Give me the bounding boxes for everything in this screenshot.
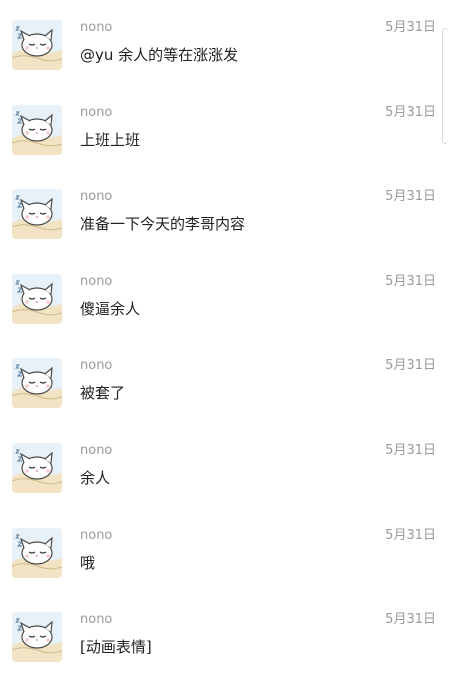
comment-item[interactable]: nono 5月31日 准备一下今天的李哥内容 <box>0 183 450 267</box>
comment-item[interactable]: nono 5月31日 余人 <box>0 437 450 521</box>
comment-item[interactable]: nono 5月31日 上班上班 <box>0 99 450 183</box>
sleeping-cat-avatar-icon <box>12 20 62 70</box>
comment-text: [动画表情] <box>80 638 152 657</box>
sleeping-cat-avatar-icon <box>12 358 62 409</box>
comment-text: 傻逼余人 <box>80 299 141 318</box>
comment-text: 被套了 <box>80 384 126 403</box>
sleeping-cat-avatar-icon <box>12 612 62 663</box>
comment-time: 5月31日 <box>385 189 436 205</box>
comment-author[interactable]: nono <box>80 20 112 36</box>
avatar[interactable] <box>12 104 62 155</box>
avatar[interactable] <box>12 273 62 324</box>
avatar[interactable] <box>12 358 62 409</box>
avatar[interactable] <box>12 612 62 663</box>
comment-author[interactable]: nono <box>80 189 112 205</box>
sleeping-cat-avatar-icon <box>12 273 62 324</box>
comment-text: 哦 <box>80 553 96 572</box>
comment-time: 5月31日 <box>385 20 436 35</box>
comment-author[interactable]: nono <box>80 612 112 628</box>
comment-time: 5月31日 <box>385 527 436 543</box>
comment-feed: nono 5月31日 @yu 余人的等在涨涨发 nono 5月31日 上班上班 … <box>0 0 450 680</box>
comment-text: 准备一下今天的李哥内容 <box>80 215 246 234</box>
comment-text: @yu 余人的等在涨涨发 <box>80 46 239 64</box>
comment-item[interactable]: nono 5月31日 [动画表情] <box>0 606 450 690</box>
comment-author[interactable]: nono <box>80 274 112 290</box>
comment-text: 上班上班 <box>80 130 141 149</box>
comment-time: 5月31日 <box>385 104 436 120</box>
comment-time: 5月31日 <box>385 612 436 628</box>
sleeping-cat-avatar-icon <box>12 189 62 240</box>
avatar[interactable] <box>12 527 62 578</box>
avatar[interactable] <box>12 189 62 240</box>
sleeping-cat-avatar-icon <box>12 104 62 155</box>
comment-text: 余人 <box>80 469 111 487</box>
comment-time: 5月31日 <box>385 273 436 289</box>
comment-item[interactable]: nono 5月31日 哦 <box>0 522 450 606</box>
comment-item[interactable]: nono 5月31日 @yu 余人的等在涨涨发 <box>0 14 450 98</box>
sleeping-cat-avatar-icon <box>12 443 62 493</box>
comment-time: 5月31日 <box>385 443 436 458</box>
comment-item[interactable]: nono 5月31日 傻逼余人 <box>0 268 450 352</box>
comment-time: 5月31日 <box>385 358 436 374</box>
comment-author[interactable]: nono <box>80 443 112 459</box>
comment-author[interactable]: nono <box>80 358 112 374</box>
avatar[interactable] <box>12 20 62 70</box>
sleeping-cat-avatar-icon <box>12 527 62 578</box>
comment-author[interactable]: nono <box>80 528 112 544</box>
avatar[interactable] <box>12 443 62 493</box>
comment-author[interactable]: nono <box>80 105 112 121</box>
comment-item[interactable]: nono 5月31日 被套了 <box>0 352 450 436</box>
